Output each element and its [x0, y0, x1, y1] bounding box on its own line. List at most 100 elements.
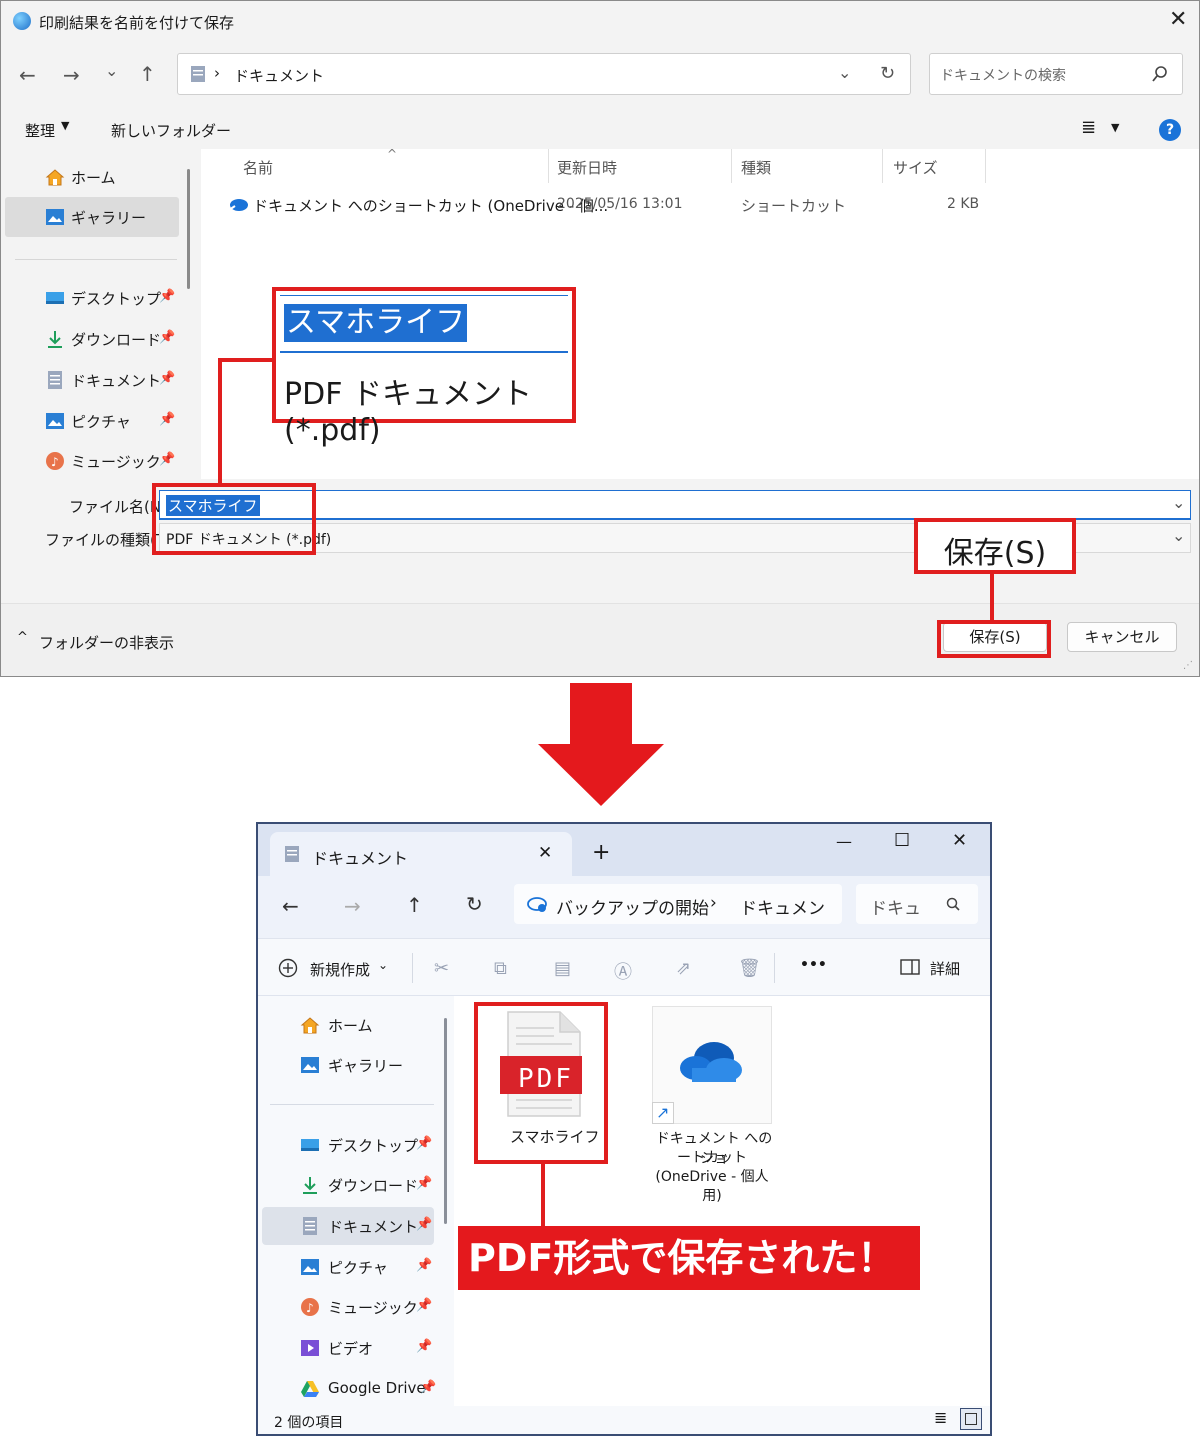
- pin-icon[interactable]: 📌: [416, 1136, 432, 1151]
- resize-grip-icon[interactable]: ⋰: [1183, 660, 1193, 671]
- forward-arrow-icon[interactable]: →: [63, 63, 80, 87]
- sidebar-item-home[interactable]: ホーム: [262, 1006, 434, 1044]
- address-bar[interactable]: › ドキュメント ⌄ ↻: [177, 53, 911, 95]
- home-icon: [300, 1017, 320, 1034]
- search-box[interactable]: ドキュメントの検索: [929, 53, 1183, 95]
- file-name-line: 用): [702, 1188, 722, 1204]
- pin-icon[interactable]: 📌: [159, 412, 175, 427]
- down-arrow-head-icon: [538, 744, 664, 806]
- sidebar-item-home[interactable]: ホーム: [5, 157, 179, 197]
- collapse-chevron-icon[interactable]: ^: [17, 630, 28, 645]
- paste-icon[interactable]: ▤: [554, 958, 571, 979]
- column-header-size[interactable]: サイズ: [893, 157, 938, 178]
- pictures-icon: [301, 1259, 319, 1275]
- address-separator: ›: [214, 64, 220, 82]
- address-bar[interactable]: バックアップの開始 › ドキュメン: [514, 884, 842, 924]
- search-input[interactable]: ドキュ: [870, 894, 921, 919]
- maximize-icon[interactable]: ☐: [894, 830, 910, 851]
- sidebar-item-downloads[interactable]: ダウンロード 📌: [5, 319, 179, 359]
- pin-icon[interactable]: 📌: [159, 289, 175, 304]
- breadcrumb-item[interactable]: ドキュメン: [740, 894, 825, 919]
- search-input[interactable]: ドキュメントの検索: [940, 65, 1066, 85]
- sidebar-item-label: Google Drive: [328, 1379, 426, 1397]
- sidebar-item-videos[interactable]: ビデオ 📌: [262, 1329, 434, 1367]
- status-bar: 2 個の項目 ≣: [258, 1406, 990, 1434]
- pin-icon[interactable]: 📌: [416, 1298, 432, 1313]
- cancel-button[interactable]: キャンセル: [1067, 622, 1177, 652]
- address-dropdown-icon[interactable]: ⌄: [838, 63, 851, 82]
- share-icon[interactable]: ⇗: [676, 958, 691, 979]
- help-icon[interactable]: ?: [1159, 119, 1181, 141]
- breadcrumb-item[interactable]: バックアップの開始: [556, 894, 709, 919]
- sidebar-item-pictures[interactable]: ピクチャ 📌: [5, 401, 179, 441]
- minimize-icon[interactable]: —: [836, 832, 852, 851]
- sidebar-item-pictures[interactable]: ピクチャ 📌: [262, 1248, 434, 1286]
- sidebar-item-gallery[interactable]: ギャラリー: [5, 197, 179, 237]
- details-button[interactable]: 詳細: [930, 958, 960, 979]
- sidebar-scrollbar[interactable]: [444, 1018, 447, 1224]
- forward-arrow-icon[interactable]: →: [344, 894, 361, 918]
- pin-icon[interactable]: 📌: [416, 1258, 432, 1273]
- sidebar-item-documents[interactable]: ドキュメント 📌: [262, 1207, 434, 1245]
- table-row[interactable]: ドキュメント へのショートカット (OneDrive - 個... 2025/0…: [221, 189, 991, 219]
- hide-folders-button[interactable]: フォルダーの非表示: [39, 632, 174, 653]
- pin-icon[interactable]: 📌: [416, 1339, 432, 1354]
- column-header-modified[interactable]: 更新日時: [557, 157, 617, 178]
- back-arrow-icon[interactable]: ←: [282, 894, 299, 918]
- up-arrow-icon[interactable]: ↑: [139, 62, 156, 86]
- organize-chevron-icon[interactable]: ▼: [61, 119, 69, 132]
- organize-button[interactable]: 整理: [25, 120, 55, 141]
- sidebar-item-google-drive[interactable]: Google Drive 📌: [262, 1370, 436, 1408]
- copy-icon[interactable]: ⧉: [494, 958, 507, 979]
- pin-icon[interactable]: 📌: [416, 1217, 432, 1232]
- column-header-type[interactable]: 種類: [741, 157, 771, 178]
- tiles-view-icon[interactable]: [960, 1408, 982, 1430]
- filetype-dropdown-icon[interactable]: ⌄: [1172, 526, 1185, 545]
- tab-documents[interactable]: ドキュメント ✕: [270, 832, 572, 876]
- window-close-icon[interactable]: ✕: [952, 830, 967, 851]
- back-arrow-icon[interactable]: ←: [19, 63, 36, 87]
- new-folder-button[interactable]: 新しいフォルダー: [111, 120, 231, 141]
- sidebar-item-documents[interactable]: ドキュメント 📌: [5, 360, 179, 400]
- pin-icon[interactable]: 📌: [159, 371, 175, 386]
- backup-cloud-icon: [527, 897, 547, 912]
- refresh-icon[interactable]: ↻: [466, 892, 483, 916]
- sidebar-item-desktop[interactable]: デスクトップ 📌: [262, 1126, 434, 1164]
- pin-icon[interactable]: 📌: [420, 1380, 436, 1395]
- list-view-icon[interactable]: ≣: [934, 1408, 947, 1427]
- pin-icon[interactable]: 📌: [159, 452, 175, 467]
- file-item-onedrive-shortcut[interactable]: ↗ ドキュメント へのショ ートカット (OneDrive - 個人 用): [650, 1006, 774, 1204]
- pin-icon[interactable]: 📌: [159, 330, 175, 345]
- filename-dropdown-icon[interactable]: ⌄: [1172, 493, 1185, 512]
- command-divider: [412, 953, 413, 983]
- new-button[interactable]: 新規作成 ⌄: [278, 956, 398, 980]
- search-box[interactable]: ドキュ: [856, 884, 978, 924]
- sidebar-item-downloads[interactable]: ダウンロード 📌: [262, 1166, 434, 1204]
- documents-icon: [285, 846, 299, 862]
- refresh-icon[interactable]: ↻: [880, 63, 895, 84]
- tab-title: ドキュメント: [312, 849, 409, 868]
- cut-icon[interactable]: ✂: [434, 958, 449, 979]
- column-separator: [731, 149, 732, 183]
- sidebar-scrollbar[interactable]: [187, 169, 190, 289]
- close-icon[interactable]: ✕: [1169, 7, 1187, 32]
- sidebar-item-gallery[interactable]: ギャラリー: [262, 1046, 434, 1084]
- new-tab-icon[interactable]: +: [592, 840, 610, 865]
- music-icon: ♪: [301, 1298, 319, 1316]
- onedrive-cloud-icon: [680, 1042, 742, 1082]
- rename-icon[interactable]: Ⓐ: [614, 958, 632, 984]
- sidebar-item-music[interactable]: ♪ ミュージック 📌: [262, 1288, 434, 1326]
- more-options-icon[interactable]: •••: [800, 957, 827, 973]
- up-arrow-icon[interactable]: ↑: [406, 893, 423, 917]
- tab-close-icon[interactable]: ✕: [538, 843, 552, 863]
- explorer-window: ドキュメント ✕ + — ☐ ✕ ← → ↑ ↻ バックアップの開始 › ドキュ…: [256, 822, 992, 1436]
- new-chevron-icon: ⌄: [378, 958, 389, 972]
- column-header-name[interactable]: 名前: [243, 157, 273, 178]
- pin-icon[interactable]: 📌: [416, 1176, 432, 1191]
- delete-icon[interactable]: 🗑: [738, 958, 761, 979]
- view-chevron-icon[interactable]: ▼: [1111, 121, 1119, 134]
- recent-chevron-icon[interactable]: ⌄: [105, 61, 118, 80]
- sidebar-item-desktop[interactable]: デスクトップ 📌: [5, 278, 179, 318]
- sidebar-item-music[interactable]: ♪ ミュージック 📌: [5, 441, 179, 481]
- view-options-icon[interactable]: ≣: [1081, 117, 1096, 138]
